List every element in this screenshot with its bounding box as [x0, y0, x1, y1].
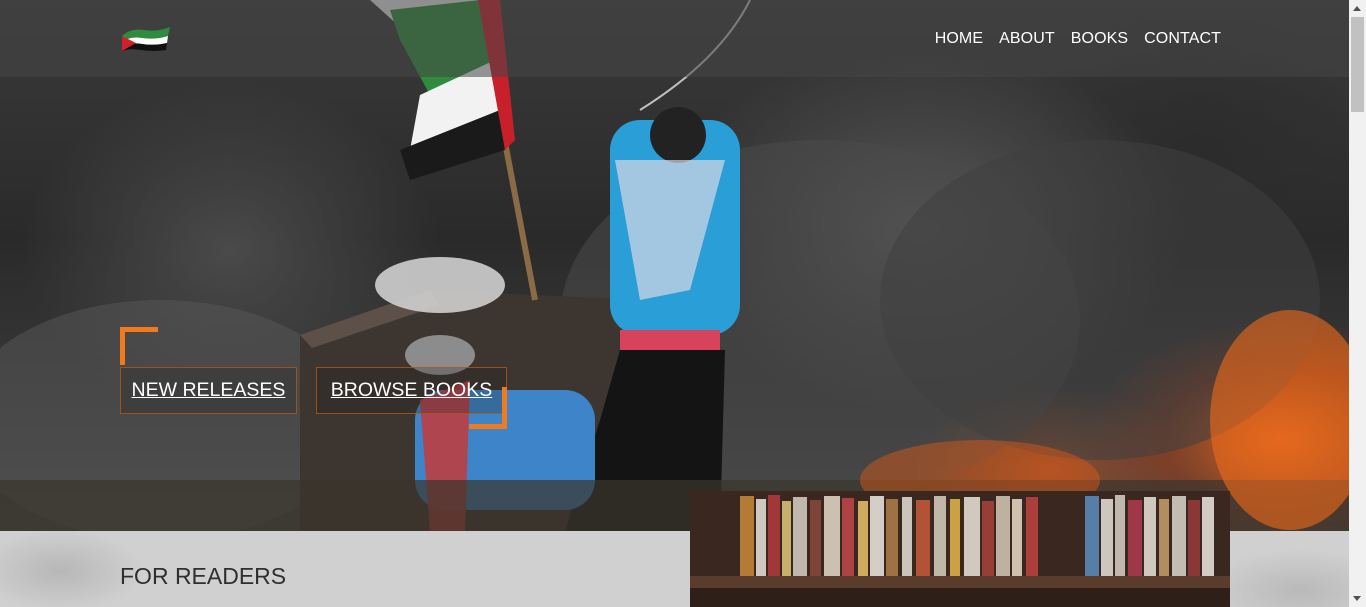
bookshelf-illustration	[690, 491, 1230, 607]
nav-books[interactable]: BOOKS	[1071, 30, 1128, 48]
top-navbar: HOME ABOUT BOOKS CONTACT	[0, 0, 1349, 77]
corner-accent-top-left	[120, 327, 158, 365]
scrollbar-thumb[interactable]	[1351, 17, 1364, 112]
scroll-up-icon[interactable]	[1353, 6, 1361, 11]
scroll-down-icon[interactable]	[1353, 596, 1361, 601]
nav-home[interactable]: HOME	[935, 30, 983, 48]
hero-section: HOME ABOUT BOOKS CONTACT NEW RELEASES BR…	[0, 0, 1349, 531]
bookshelf-image	[690, 491, 1230, 607]
new-releases-button[interactable]: NEW RELEASES	[120, 367, 297, 414]
palestine-flag-logo[interactable]	[120, 24, 172, 52]
for-readers-heading: FOR READERS	[120, 563, 287, 589]
corner-accent-bottom-right	[469, 387, 507, 429]
nav-about[interactable]: ABOUT	[999, 30, 1055, 48]
hero-background-image	[0, 0, 1349, 531]
main-nav: HOME ABOUT BOOKS CONTACT	[935, 30, 1221, 48]
page-scrollbar[interactable]	[1349, 0, 1366, 607]
nav-contact[interactable]: CONTACT	[1144, 30, 1221, 48]
